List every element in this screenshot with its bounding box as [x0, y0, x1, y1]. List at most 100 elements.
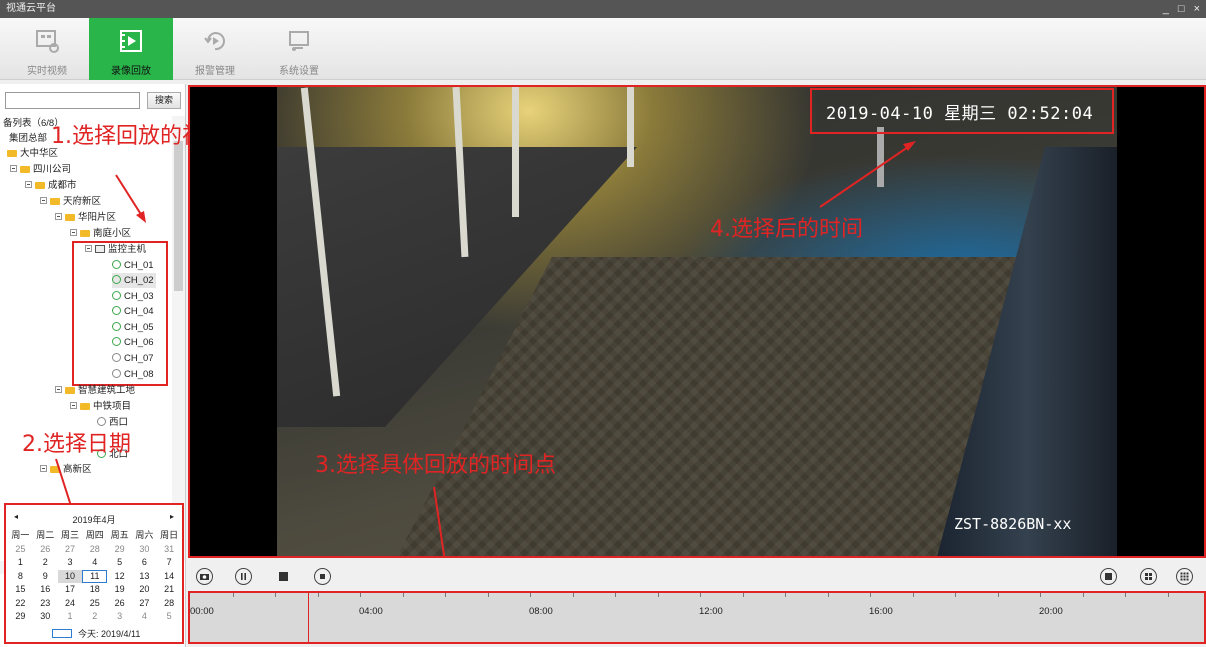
- channel-item[interactable]: CH_03: [112, 289, 154, 304]
- calendar-day[interactable]: 4: [132, 610, 157, 624]
- channel-item[interactable]: CH_08: [112, 367, 154, 382]
- tree-node-crec[interactable]: 中铁项目: [70, 399, 131, 414]
- tree-vertical-scrollbar[interactable]: [172, 116, 185, 561]
- calendar-day[interactable]: 31: [157, 543, 182, 557]
- calendar-day[interactable]: 7: [157, 556, 182, 570]
- channel-label: CH_08: [124, 369, 154, 380]
- collapse-icon[interactable]: [25, 181, 32, 188]
- calendar-day[interactable]: 27: [58, 543, 83, 557]
- tree-node-hq[interactable]: 集团总部: [9, 131, 47, 146]
- calendar-day[interactable]: 9: [33, 570, 58, 584]
- title-bar: 视通云平台 _ □ ×: [0, 0, 1206, 18]
- collapse-icon[interactable]: [55, 386, 62, 393]
- weekday-label: 周三: [60, 530, 79, 540]
- collapse-icon[interactable]: [70, 402, 77, 409]
- channel-item[interactable]: CH_06: [112, 335, 154, 350]
- calendar-today[interactable]: 今天: 2019/4/11: [52, 627, 140, 640]
- calendar-day[interactable]: 11: [82, 569, 108, 583]
- timeline-label: 04:00: [359, 606, 383, 617]
- tree-node-chengdu[interactable]: 成都市: [25, 178, 77, 193]
- record-button[interactable]: [314, 568, 331, 585]
- calendar-day[interactable]: 25: [8, 543, 33, 557]
- timeline-cursor[interactable]: [308, 593, 309, 642]
- tree-node-sichuan[interactable]: 四川公司: [10, 162, 71, 177]
- single-view-button[interactable]: [1100, 568, 1117, 585]
- maximize-button[interactable]: □: [1178, 0, 1185, 18]
- channel-item[interactable]: CH_05: [112, 320, 154, 335]
- tree-node-huayang[interactable]: 华阳片区: [55, 210, 116, 225]
- minimize-button[interactable]: _: [1163, 0, 1169, 18]
- collapse-icon[interactable]: [40, 197, 47, 204]
- tab-playback[interactable]: 录像回放: [89, 18, 173, 80]
- calendar-day[interactable]: 24: [58, 597, 83, 611]
- calendar-day[interactable]: 6: [132, 556, 157, 570]
- calendar-day[interactable]: 26: [33, 543, 58, 557]
- calendar-day[interactable]: 27: [132, 597, 157, 611]
- tree-node-construction[interactable]: 智慧建筑工地: [55, 383, 135, 398]
- calendar-day[interactable]: 29: [107, 543, 132, 557]
- calendar-day[interactable]: 15: [8, 583, 33, 597]
- calendar-day[interactable]: 23: [33, 597, 58, 611]
- calendar-day[interactable]: 17: [58, 583, 83, 597]
- stop-button[interactable]: [279, 572, 288, 581]
- collapse-icon[interactable]: [85, 245, 92, 252]
- tab-settings[interactable]: 系统设置: [257, 18, 341, 80]
- playback-timeline[interactable]: 00:00 04:00 08:00 12:00 16:00 20:00: [188, 591, 1206, 644]
- snapshot-button[interactable]: [196, 568, 213, 585]
- tab-alarm[interactable]: 报警管理: [173, 18, 257, 80]
- tree-node-tianfu[interactable]: 天府新区: [40, 194, 101, 209]
- calendar-day[interactable]: 22: [8, 597, 33, 611]
- expand-icon[interactable]: [40, 465, 47, 472]
- calendar-day[interactable]: 20: [132, 583, 157, 597]
- calendar-next-month[interactable]: ▸: [170, 512, 174, 521]
- folder-icon: [20, 166, 30, 173]
- quad-view-button[interactable]: [1140, 568, 1157, 585]
- timeline-tick: [317, 593, 319, 597]
- calendar-day[interactable]: 30: [33, 610, 58, 624]
- search-input[interactable]: [5, 92, 140, 109]
- calendar-day[interactable]: 26: [107, 597, 132, 611]
- calendar-day[interactable]: 12: [107, 570, 132, 584]
- scroll-thumb[interactable]: [174, 141, 183, 291]
- calendar-day[interactable]: 14: [157, 570, 182, 584]
- calendar-day[interactable]: 30: [132, 543, 157, 557]
- channel-label: CH_03: [124, 291, 154, 302]
- single-view-icon: [1105, 573, 1112, 580]
- channel-item-selected[interactable]: CH_02: [112, 273, 156, 288]
- calendar-day[interactable]: 1: [8, 556, 33, 570]
- collapse-icon[interactable]: [55, 213, 62, 220]
- tree-node-dvr[interactable]: 监控主机: [85, 242, 146, 257]
- collapse-icon[interactable]: [70, 229, 77, 236]
- tree-node-gaoxin[interactable]: 高新区: [40, 462, 92, 477]
- calendar-day[interactable]: 13: [132, 570, 157, 584]
- calendar-day[interactable]: 3: [107, 610, 132, 624]
- calendar-day[interactable]: 21: [157, 583, 182, 597]
- channel-item[interactable]: CH_07: [112, 351, 154, 366]
- nine-view-button[interactable]: [1176, 568, 1193, 585]
- channel-item[interactable]: CH_04: [112, 304, 154, 319]
- calendar-day[interactable]: 19: [107, 583, 132, 597]
- calendar-day[interactable]: 1: [58, 610, 83, 624]
- pause-button[interactable]: [235, 568, 252, 585]
- search-button[interactable]: 搜索: [147, 92, 181, 109]
- calendar-day[interactable]: 18: [82, 583, 107, 597]
- channel-item[interactable]: CH_01: [112, 258, 154, 273]
- collapse-icon[interactable]: [10, 165, 17, 172]
- calendar-day[interactable]: 2: [33, 556, 58, 570]
- calendar-day[interactable]: 5: [107, 556, 132, 570]
- calendar-day[interactable]: 16: [33, 583, 58, 597]
- calendar-day[interactable]: 28: [157, 597, 182, 611]
- calendar-day[interactable]: 25: [82, 597, 107, 611]
- video-player[interactable]: 2019-04-10 星期三 02:52:04 ZST-8826BN-xx 4.…: [188, 85, 1206, 558]
- calendar-day[interactable]: 29: [8, 610, 33, 624]
- calendar-day[interactable]: 28: [82, 543, 107, 557]
- calendar-day[interactable]: 8: [8, 570, 33, 584]
- calendar-day[interactable]: 4: [82, 556, 107, 570]
- close-button[interactable]: ×: [1194, 0, 1200, 18]
- calendar-day[interactable]: 3: [58, 556, 83, 570]
- calendar-day[interactable]: 5: [157, 610, 182, 624]
- calendar-day[interactable]: 2: [82, 610, 107, 624]
- tree-node-nanting[interactable]: 南庭小区: [70, 226, 131, 241]
- tab-live-video[interactable]: 实时视频: [5, 18, 89, 80]
- calendar-day[interactable]: 10: [57, 569, 83, 583]
